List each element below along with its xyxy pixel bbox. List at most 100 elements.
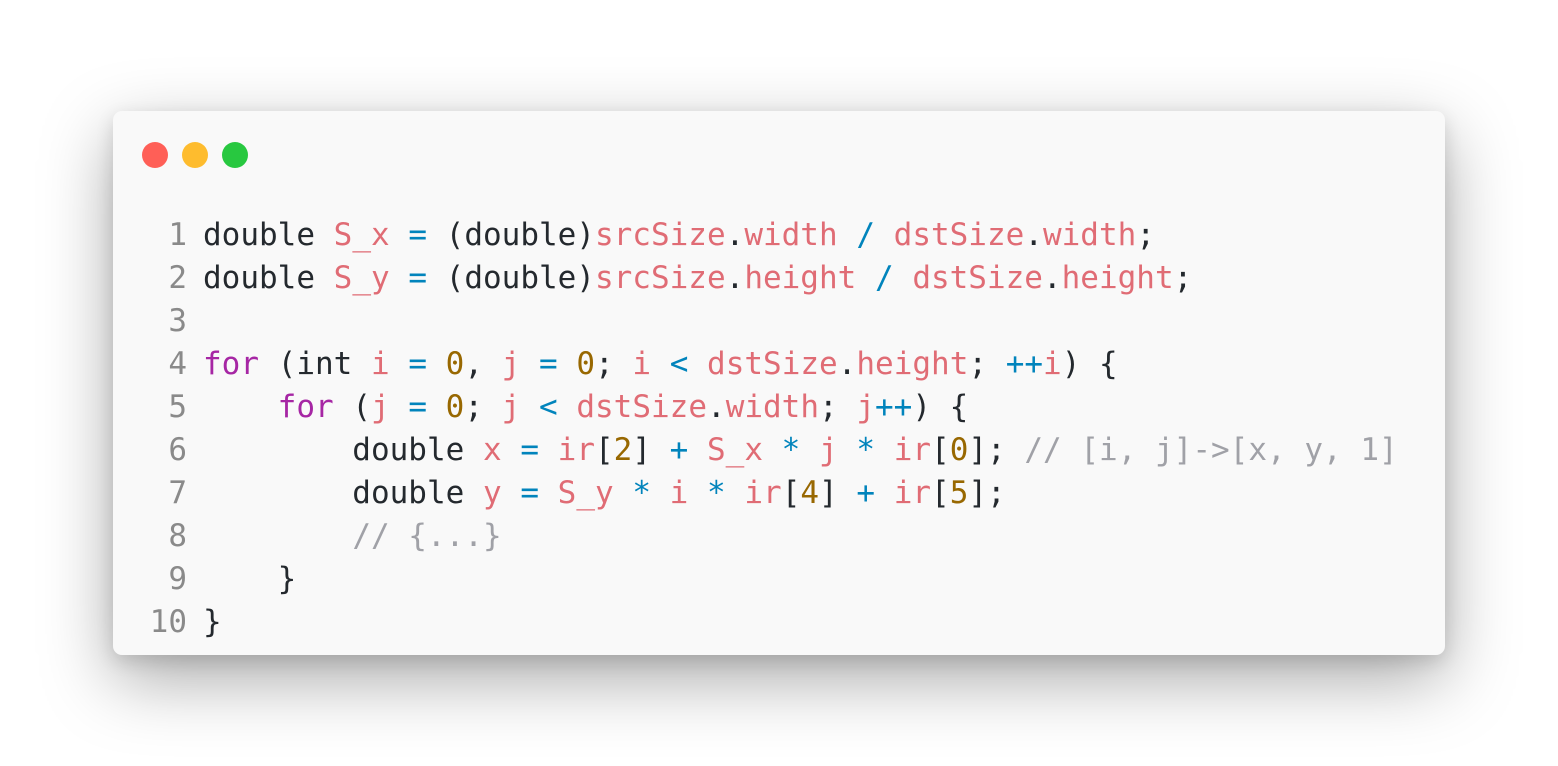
code-token: height — [1061, 260, 1174, 296]
code-token: 5 — [949, 475, 969, 511]
code-token: ; — [968, 346, 1006, 382]
code-token: j — [856, 389, 876, 425]
code-token: . — [707, 389, 726, 425]
line-text: for (int i = 0, j = 0; i < dstSize.heigh… — [203, 343, 1118, 386]
line-text: } — [203, 558, 297, 601]
line-number: 1 — [168, 217, 187, 253]
code-token: } — [203, 561, 297, 597]
code-line: 9 } — [139, 558, 1398, 601]
code-token: double — [203, 260, 315, 296]
code-token: < — [539, 389, 558, 425]
code-token: * — [781, 432, 801, 468]
code-token: , — [464, 346, 502, 382]
code-token: y — [482, 475, 502, 511]
code-token: . — [837, 346, 857, 382]
code-token: dstSize — [576, 389, 708, 425]
code-token: ( — [333, 389, 371, 425]
code-window: 1 double S_x = (double)srcSize.width / ds… — [113, 111, 1445, 655]
code-token: ir — [744, 475, 782, 511]
code-block: 1 double S_x = (double)srcSize.width / ds… — [139, 214, 1398, 644]
code-token: = — [539, 346, 558, 382]
code-token: ; — [595, 346, 633, 382]
line-text: // {...} — [203, 515, 501, 558]
line-number: 2 — [168, 260, 187, 296]
code-line: 8 // {...} — [139, 515, 1398, 558]
code-token: srcSize — [594, 217, 726, 253]
code-token: ++ — [875, 389, 913, 425]
code-line: 5 for (j = 0; j < dstSize.width; j++) { — [139, 386, 1398, 429]
code-token: for — [277, 389, 334, 425]
minimize-window-button[interactable] — [182, 142, 208, 168]
code-token: = — [408, 260, 427, 296]
line-text: double S_x = (double)srcSize.width / dst… — [203, 214, 1155, 257]
code-token: j — [501, 389, 521, 425]
line-text: } — [203, 601, 222, 644]
code-token: = — [520, 432, 539, 468]
line-number: 3 — [168, 303, 187, 339]
code-token: 4 — [800, 475, 820, 511]
code-token: i — [370, 346, 390, 382]
code-token: ir — [893, 432, 932, 468]
code-token: = — [520, 475, 539, 511]
screenshot-stage: 1 double S_x = (double)srcSize.width / ds… — [0, 0, 1558, 766]
close-window-button[interactable] — [142, 142, 168, 168]
code-token: (double) — [427, 260, 595, 296]
code-token: / — [856, 217, 875, 253]
line-number: 4 — [168, 346, 187, 382]
code-token: ] — [632, 432, 670, 468]
code-token: S_x — [707, 432, 763, 468]
code-token: width — [1042, 217, 1137, 253]
code-token: [ — [781, 475, 801, 511]
line-number: 5 — [168, 389, 187, 425]
code-token: = — [408, 389, 427, 425]
line-text: double S_y = (double)srcSize.height / ds… — [203, 257, 1192, 300]
code-token: ir — [557, 432, 595, 468]
code-token: double — [203, 475, 483, 511]
code-token: . — [725, 260, 745, 296]
code-token: S_y — [557, 475, 614, 511]
code-token: for — [203, 346, 259, 382]
code-token: . — [1042, 260, 1062, 296]
code-token: double — [203, 217, 315, 253]
code-token: i — [1043, 346, 1062, 382]
code-token: * — [707, 475, 726, 511]
code-token: ir — [893, 475, 932, 511]
code-token: 0 — [445, 346, 465, 382]
code-token: (double) — [427, 217, 595, 253]
code-token: ]; — [968, 432, 1025, 468]
code-token: (int — [259, 346, 371, 382]
code-token: * — [856, 432, 876, 468]
line-number: 9 — [168, 561, 187, 597]
line-number: 7 — [168, 475, 187, 511]
code-token: ; — [464, 389, 502, 425]
code-token: width — [744, 217, 838, 253]
code-token: = — [408, 217, 427, 253]
code-token: < — [669, 346, 689, 382]
code-token: x — [482, 432, 502, 468]
code-token: double — [203, 432, 483, 468]
line-number: 10 — [149, 604, 187, 640]
maximize-window-button[interactable] — [222, 142, 248, 168]
code-token: ++ — [1005, 346, 1044, 382]
code-token: height — [744, 260, 857, 296]
